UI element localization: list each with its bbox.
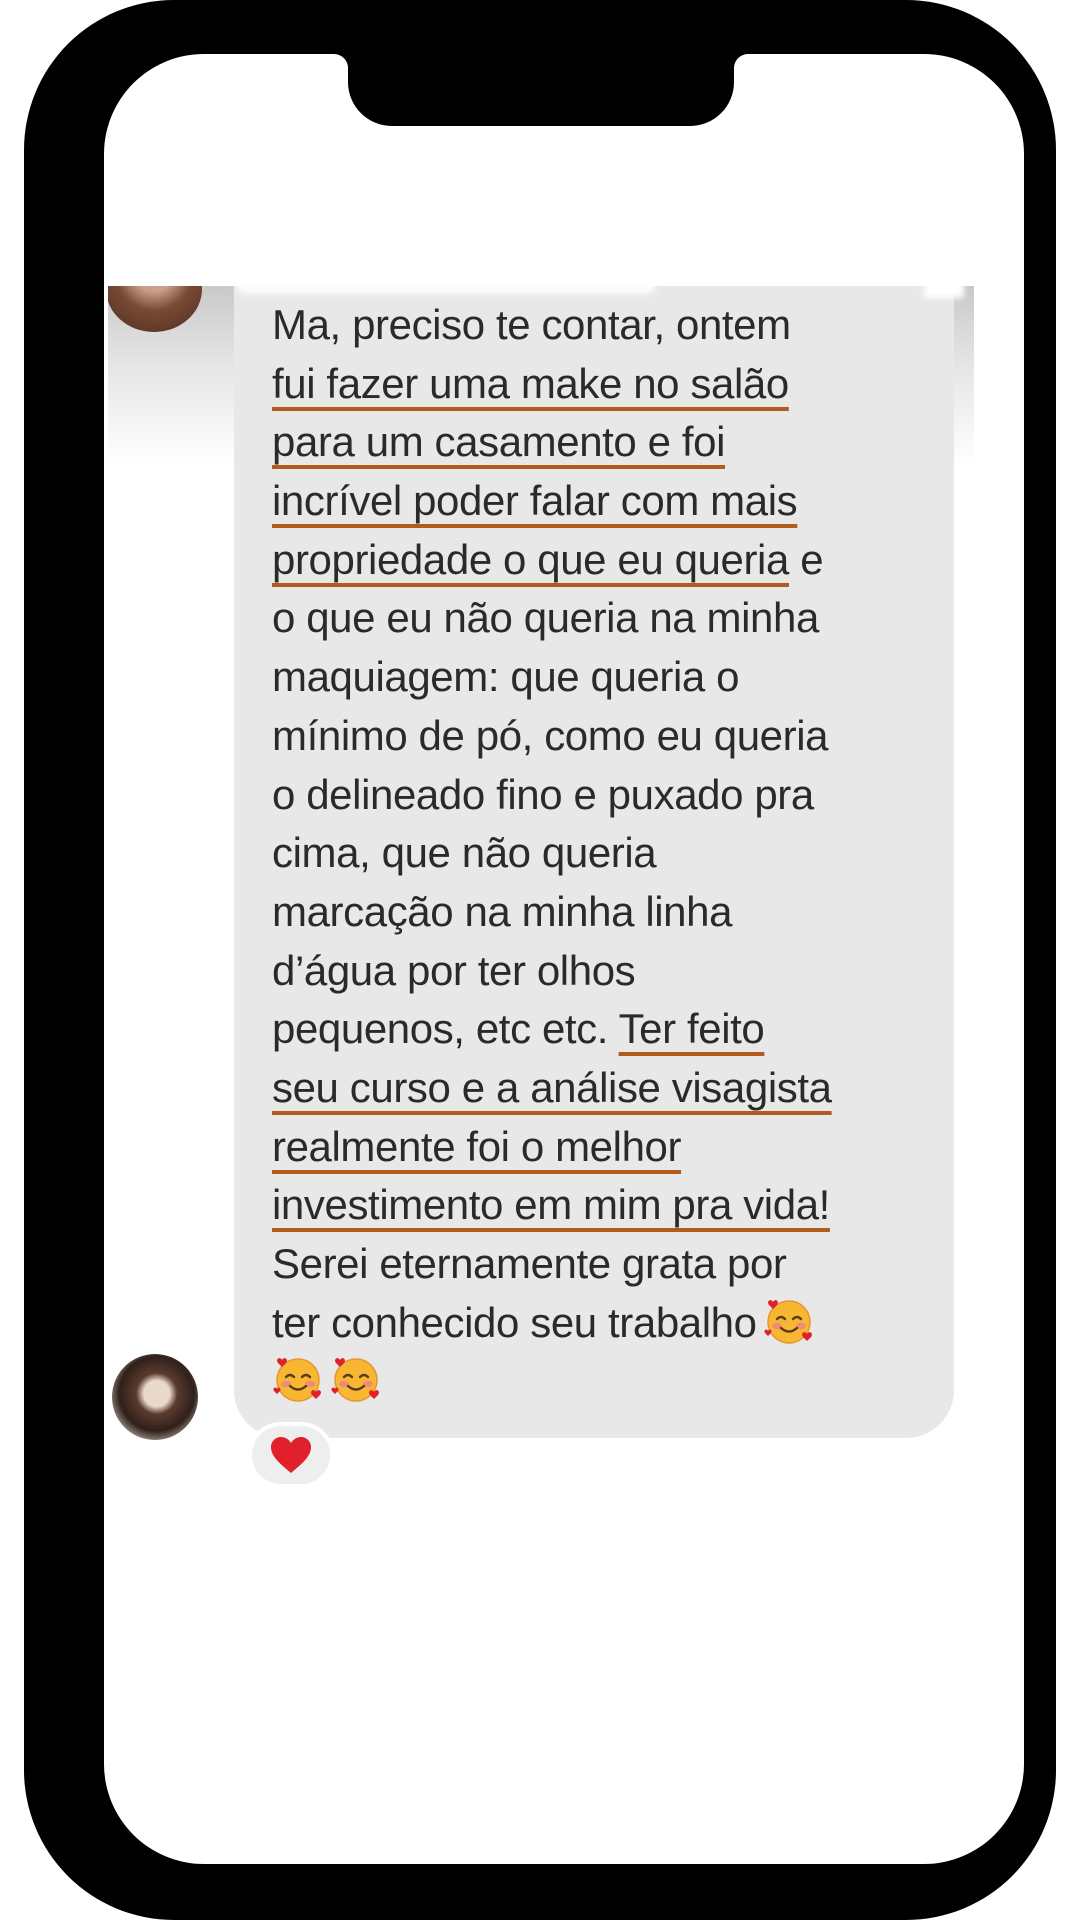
message-line: investimento em mim pra vida!	[272, 1176, 972, 1235]
smiling-face-with-hearts-icon	[764, 1299, 812, 1344]
sender-header-blurred	[236, 286, 656, 294]
highlighted-text: seu curso e a análise visagista	[272, 1063, 832, 1111]
message-line: incrível poder falar com mais	[272, 472, 972, 531]
message-text-segment: o delineado fino e puxado pra	[272, 770, 814, 818]
highlighted-text: incrível poder falar com mais	[272, 477, 798, 525]
red-heart-icon	[271, 1437, 311, 1473]
message-text-segment: maquiagem: que queria o	[272, 653, 740, 701]
highlighted-text: realmente foi o melhor	[272, 1122, 682, 1170]
message-line: marcação na minha linha	[272, 883, 972, 942]
message-line: o que eu não queria na minha	[272, 589, 972, 648]
highlighted-text: para um casamento e foi	[272, 418, 726, 466]
message-line: Ma, preciso te contar, ontem	[272, 296, 972, 355]
smiling-face-with-hearts-icon	[331, 1358, 379, 1403]
message-line: para um casamento e foi	[272, 413, 972, 472]
highlighted-text: propriedade o que eu queria	[272, 535, 789, 583]
message-line: pequenos, etc etc. Ter feito	[272, 1000, 972, 1059]
message-line: cima, que não queria	[272, 824, 972, 883]
message-line: fui fazer uma make no salão	[272, 355, 972, 414]
message-text-segment: o que eu não queria na minha	[272, 594, 819, 642]
message-line: ter conhecido seu trabalho	[272, 1294, 972, 1353]
message-line: maquiagem: que queria o	[272, 648, 972, 707]
message-text-segment: marcação na minha linha	[272, 887, 733, 935]
smiling-face-with-hearts-icon	[273, 1358, 321, 1403]
message-line: Serei eternamente grata por	[272, 1235, 972, 1294]
message-line: mínimo de pó, como eu queria	[272, 707, 972, 766]
message-text-segment: mínimo de pó, como eu queria	[272, 711, 829, 759]
phone-notch	[348, 54, 734, 126]
message-text-segment: Serei eternamente grata por	[272, 1240, 787, 1287]
message-line: propriedade o que eu queria e	[272, 531, 972, 590]
message-text-segment: d’água por ter olhos	[272, 946, 636, 994]
emoji-row	[272, 1352, 972, 1411]
message-text-segment: cima, que não queria	[272, 829, 657, 877]
message-line: o delineado fino e puxado pra	[272, 766, 972, 825]
message-line: d’água por ter olhos	[272, 942, 972, 1001]
message-text: Ma, preciso te contar, ontem fui fazer um…	[272, 296, 972, 1411]
message-text-segment: e	[788, 535, 824, 583]
message-text-segment: pequenos, etc etc.	[272, 1005, 619, 1053]
reaction-badge[interactable]	[248, 1422, 334, 1486]
message-line: realmente foi o melhor	[272, 1118, 972, 1177]
chat-screenshot: Ma, preciso te contar, ontem fui fazer um…	[108, 286, 974, 1486]
message-line: seu curso e a análise visagista	[272, 1059, 972, 1118]
highlighted-text: Ter feito	[618, 1005, 765, 1053]
sender-avatar[interactable]	[112, 1354, 198, 1440]
highlighted-text: fui fazer uma make no salão	[272, 359, 789, 407]
message-text-segment: Ma, preciso te contar, ontem	[272, 301, 791, 348]
highlighted-text: investimento em mim pra vida!	[272, 1181, 830, 1229]
message-text-segment: ter conhecido seu trabalho	[272, 1298, 757, 1346]
